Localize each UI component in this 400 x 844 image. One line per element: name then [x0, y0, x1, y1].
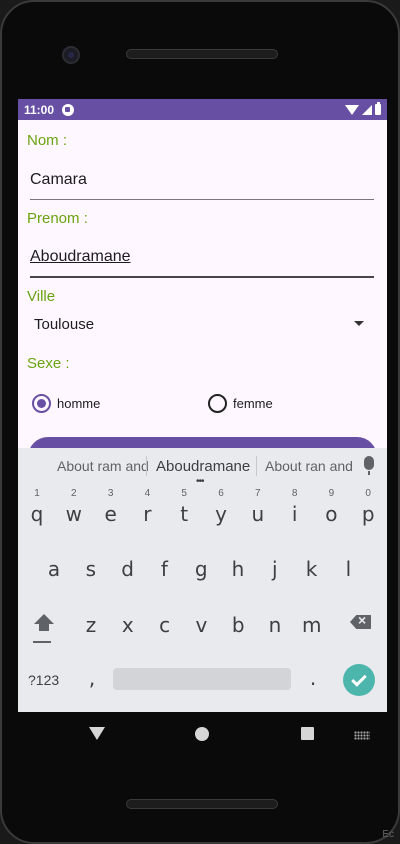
- row1-hint-2: 3: [107, 488, 114, 499]
- row2-key-4[interactable]: g: [184, 549, 218, 589]
- row1-hint-7: 8: [291, 488, 298, 499]
- row1-key-1[interactable]: w: [57, 494, 91, 534]
- screen: 11:00 Nom : Camara Prenom : Aboudramane …: [18, 99, 387, 712]
- wifi-icon: [345, 104, 359, 115]
- radio-femme[interactable]: femme: [208, 394, 273, 413]
- row3-key-5[interactable]: n: [258, 605, 292, 645]
- period-key[interactable]: .: [296, 658, 330, 698]
- more-suggestions-icon[interactable]: •••: [196, 476, 204, 487]
- sexe-label: Sexe :: [27, 355, 70, 372]
- prenom-input[interactable]: Aboudramane: [30, 238, 374, 278]
- home-icon[interactable]: [195, 727, 209, 741]
- row1-key-6[interactable]: u: [241, 494, 275, 534]
- row1-hint-4: 5: [181, 488, 187, 499]
- space-key[interactable]: [113, 668, 291, 690]
- row1-hint-9: 0: [365, 488, 371, 499]
- row1-hint-8: 9: [328, 488, 335, 499]
- row1-key-3[interactable]: r: [130, 494, 164, 534]
- bottom-speaker: [126, 799, 278, 809]
- row1-hint-5: 6: [218, 488, 224, 499]
- microphone-icon[interactable]: [364, 456, 374, 475]
- suggestion-right[interactable]: About ran and: [265, 458, 353, 474]
- comma-key[interactable]: ,: [75, 658, 109, 698]
- suggestion-divider: [146, 456, 147, 476]
- row1-key-9[interactable]: p: [351, 494, 385, 534]
- row1-hint-6: 7: [255, 488, 261, 499]
- status-bar: 11:00: [18, 99, 387, 120]
- row3-key-4[interactable]: b: [221, 605, 255, 645]
- battery-icon: [375, 102, 381, 115]
- row2-key-8[interactable]: l: [331, 549, 365, 589]
- app-notification-icon: [62, 103, 75, 116]
- row1-key-5[interactable]: y: [204, 494, 238, 534]
- prenom-label: Prenom :: [27, 210, 88, 227]
- row3-key-3[interactable]: v: [184, 605, 218, 645]
- radio-femme-label: femme: [233, 396, 273, 411]
- suggestion-center[interactable]: Aboudramane: [156, 458, 250, 475]
- ville-value: Toulouse: [34, 315, 95, 333]
- row1-hint-1: 2: [71, 488, 77, 499]
- suggestion-left[interactable]: About ram and: [57, 458, 149, 474]
- radio-homme-label: homme: [57, 396, 101, 411]
- row1-key-4[interactable]: t: [167, 494, 201, 534]
- navigation-bar: [18, 712, 387, 756]
- backspace-icon[interactable]: [350, 615, 371, 629]
- radio-homme[interactable]: homme: [32, 394, 100, 413]
- row1-hint-3: 4: [144, 488, 151, 499]
- top-speaker: [126, 49, 278, 59]
- nom-input[interactable]: Camara: [30, 160, 374, 200]
- row1-hint-0: 1: [34, 488, 40, 499]
- status-time: 11:00: [24, 102, 55, 117]
- shift-underline: [33, 641, 51, 643]
- row1-key-8[interactable]: o: [314, 494, 348, 534]
- prenom-value: Aboudramane: [30, 248, 131, 265]
- dropdown-arrow-icon: [354, 321, 364, 326]
- keyboard-switch-icon[interactable]: [354, 731, 370, 740]
- recents-icon[interactable]: [301, 727, 314, 740]
- ville-label: Ville: [27, 288, 56, 305]
- front-camera: [62, 46, 80, 64]
- suggestion-strip: About ram and Aboudramane About ran and …: [18, 448, 387, 487]
- signal-icon: [362, 104, 372, 115]
- row2-key-5[interactable]: h: [221, 549, 255, 589]
- nom-value: Camara: [30, 170, 87, 188]
- check-icon: [351, 670, 367, 687]
- row3-key-0[interactable]: z: [74, 605, 108, 645]
- row2-key-7[interactable]: k: [295, 549, 329, 589]
- row2-key-6[interactable]: j: [258, 549, 292, 589]
- back-icon[interactable]: [89, 727, 105, 740]
- shift-icon[interactable]: [34, 614, 54, 636]
- radio-checked-icon: [32, 394, 51, 413]
- symbols-key[interactable]: ?123: [28, 672, 59, 688]
- corner-text: Ec: [382, 829, 394, 840]
- row3-key-1[interactable]: x: [111, 605, 145, 645]
- row2-key-3[interactable]: f: [147, 549, 181, 589]
- phone-frame: Ec 11:00 Nom : Camara Prenom : Aboudrama…: [0, 0, 400, 844]
- row2-key-0[interactable]: a: [37, 549, 71, 589]
- row2-key-1[interactable]: s: [74, 549, 108, 589]
- ville-spinner[interactable]: Toulouse: [30, 307, 374, 341]
- row3-key-2[interactable]: c: [148, 605, 182, 645]
- suggestion-divider: [256, 456, 257, 476]
- row3-key-6[interactable]: m: [295, 605, 329, 645]
- row1-key-2[interactable]: e: [94, 494, 128, 534]
- nom-label: Nom :: [27, 132, 68, 149]
- radio-unchecked-icon: [208, 394, 227, 413]
- enter-key[interactable]: [343, 664, 375, 696]
- row1-key-0[interactable]: q: [20, 494, 54, 534]
- row1-key-7[interactable]: i: [278, 494, 312, 534]
- soft-keyboard: About ram and Aboudramane About ran and …: [18, 448, 387, 712]
- row2-key-2[interactable]: d: [111, 549, 145, 589]
